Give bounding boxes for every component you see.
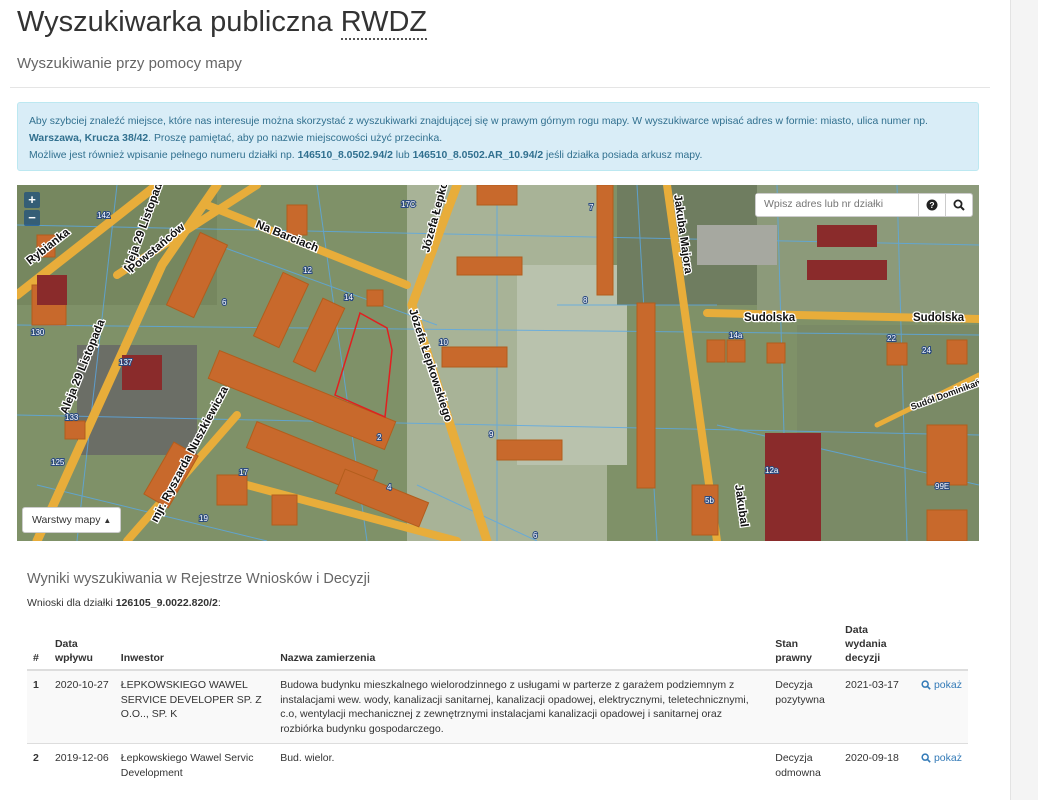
plot-number: 8	[583, 296, 588, 305]
zoom-in-button[interactable]: +	[24, 192, 40, 208]
plot-number: 7	[589, 203, 594, 212]
plot-number: 6	[222, 298, 227, 307]
results-table: # Data wpływu Inwestor Nazwa zamierzenia…	[27, 619, 968, 787]
plot-number: 12a	[765, 466, 779, 475]
plot-number: 99E	[935, 482, 949, 491]
row-number: 2	[27, 743, 49, 787]
results-subtitle: Wnioski dla działki 126105_9.0022.820/2:	[27, 597, 221, 609]
plot-number: 137	[119, 358, 133, 367]
row-investor: ŁEPKOWSKIEGO WAWEL SERVICE DEVELOPER SP.…	[114, 669, 275, 744]
rwdz-abbr: RWDZ	[340, 6, 428, 40]
plot-number: 17C	[401, 200, 416, 209]
info-line-1: Aby szybciej znaleźć miejsce, które nas …	[29, 116, 928, 144]
col-action	[914, 619, 968, 671]
map-help-button[interactable]: ?	[918, 194, 945, 216]
plot-number: 142	[97, 211, 111, 220]
plot-number: 2	[377, 433, 382, 442]
plot-number: 125	[51, 458, 65, 467]
plot-number: 12	[303, 266, 312, 275]
plot-number: 24	[922, 346, 931, 355]
plot-number: 10	[439, 338, 448, 347]
map-search-button[interactable]	[945, 194, 972, 216]
row-name: Bud. wielor.	[274, 743, 770, 787]
map-layers-button[interactable]: Warstwy mapy ▲	[22, 507, 122, 533]
row-date-in: 2020-10-27	[48, 669, 115, 744]
plot-number: 9	[489, 430, 494, 439]
question-circle-icon: ?	[926, 199, 938, 211]
street-label: Sudolska	[913, 312, 965, 324]
info-alert: Aby szybciej znaleźć miejsce, które nas …	[17, 102, 979, 171]
search-icon	[921, 753, 931, 763]
map-viewer[interactable]: Rybianka Aleja 29 Listopada Powstańców N…	[17, 185, 979, 541]
parcel-example-2: 146510_8.0502.AR_10.94/2	[412, 150, 544, 161]
row-date-decision: 2021-03-17	[839, 669, 915, 744]
row-number: 1	[27, 669, 49, 744]
row-status: Decyzja pozytywna	[769, 669, 840, 744]
plot-number: 4	[387, 483, 392, 492]
table-row: 2 2019-12-06 Łepkowskiego Wawel Servic D…	[27, 743, 968, 787]
plot-number: 133	[65, 413, 79, 422]
plot-number: 130	[31, 328, 45, 337]
map-search: ?	[755, 193, 973, 217]
plot-number: 5b	[705, 496, 714, 505]
col-status: Stan prawny	[769, 619, 840, 671]
street-label: Sudolska	[744, 312, 796, 324]
search-icon	[921, 680, 931, 690]
show-details-link[interactable]: pokaż	[921, 679, 962, 691]
search-icon	[953, 199, 965, 211]
plot-number: 19	[199, 514, 208, 523]
row-date-decision: 2020-09-18	[839, 743, 915, 787]
plot-number: 14	[344, 293, 353, 302]
caret-up-icon: ▲	[103, 516, 112, 525]
address-example: Warszawa, Krucza 38/42	[29, 133, 149, 144]
map-search-input[interactable]	[756, 194, 918, 214]
plot-number: 6	[533, 531, 538, 540]
col-date-decision: Data wydania decyzji	[839, 619, 915, 671]
results-title: Wyniki wyszukiwania w Rejestrze Wniosków…	[27, 571, 371, 587]
divider	[10, 87, 990, 88]
parcel-id: 126105_9.0022.820/2	[115, 597, 218, 609]
aerial-map[interactable]: Rybianka Aleja 29 Listopada Powstańców N…	[17, 185, 979, 541]
parcel-example-1: 146510_8.0502.94/2	[297, 150, 393, 161]
col-date-in: Data wpływu	[48, 619, 115, 671]
right-gutter	[1010, 0, 1038, 800]
row-name: Budowa budynku mieszkalnego wielorodzinn…	[274, 669, 770, 744]
plot-number: 14a	[729, 331, 743, 340]
show-details-link[interactable]: pokaż	[921, 752, 962, 764]
row-investor: Łepkowskiego Wawel Servic Development	[114, 743, 275, 787]
col-name: Nazwa zamierzenia	[274, 619, 770, 671]
row-action: pokaż	[914, 743, 968, 787]
col-number: #	[27, 619, 49, 671]
svg-text:?: ?	[929, 200, 934, 210]
plot-number: 17	[239, 468, 248, 477]
zoom-out-button[interactable]: −	[24, 210, 40, 226]
page-title: Wyszukiwarka publiczna RWDZ	[17, 6, 428, 40]
row-action: pokaż	[914, 669, 968, 744]
plot-number: 22	[887, 334, 896, 343]
table-row: 1 2020-10-27 ŁEPKOWSKIEGO WAWEL SERVICE …	[27, 669, 968, 744]
row-date-in: 2019-12-06	[48, 743, 115, 787]
info-line-2: Możliwe jest również wpisanie pełnego nu…	[29, 150, 703, 161]
page-subtitle: Wyszukiwanie przy pomocy mapy	[17, 55, 242, 72]
table-header-row: # Data wpływu Inwestor Nazwa zamierzenia…	[27, 619, 968, 671]
row-status: Decyzja odmowna	[769, 743, 840, 787]
col-investor: Inwestor	[114, 619, 275, 671]
